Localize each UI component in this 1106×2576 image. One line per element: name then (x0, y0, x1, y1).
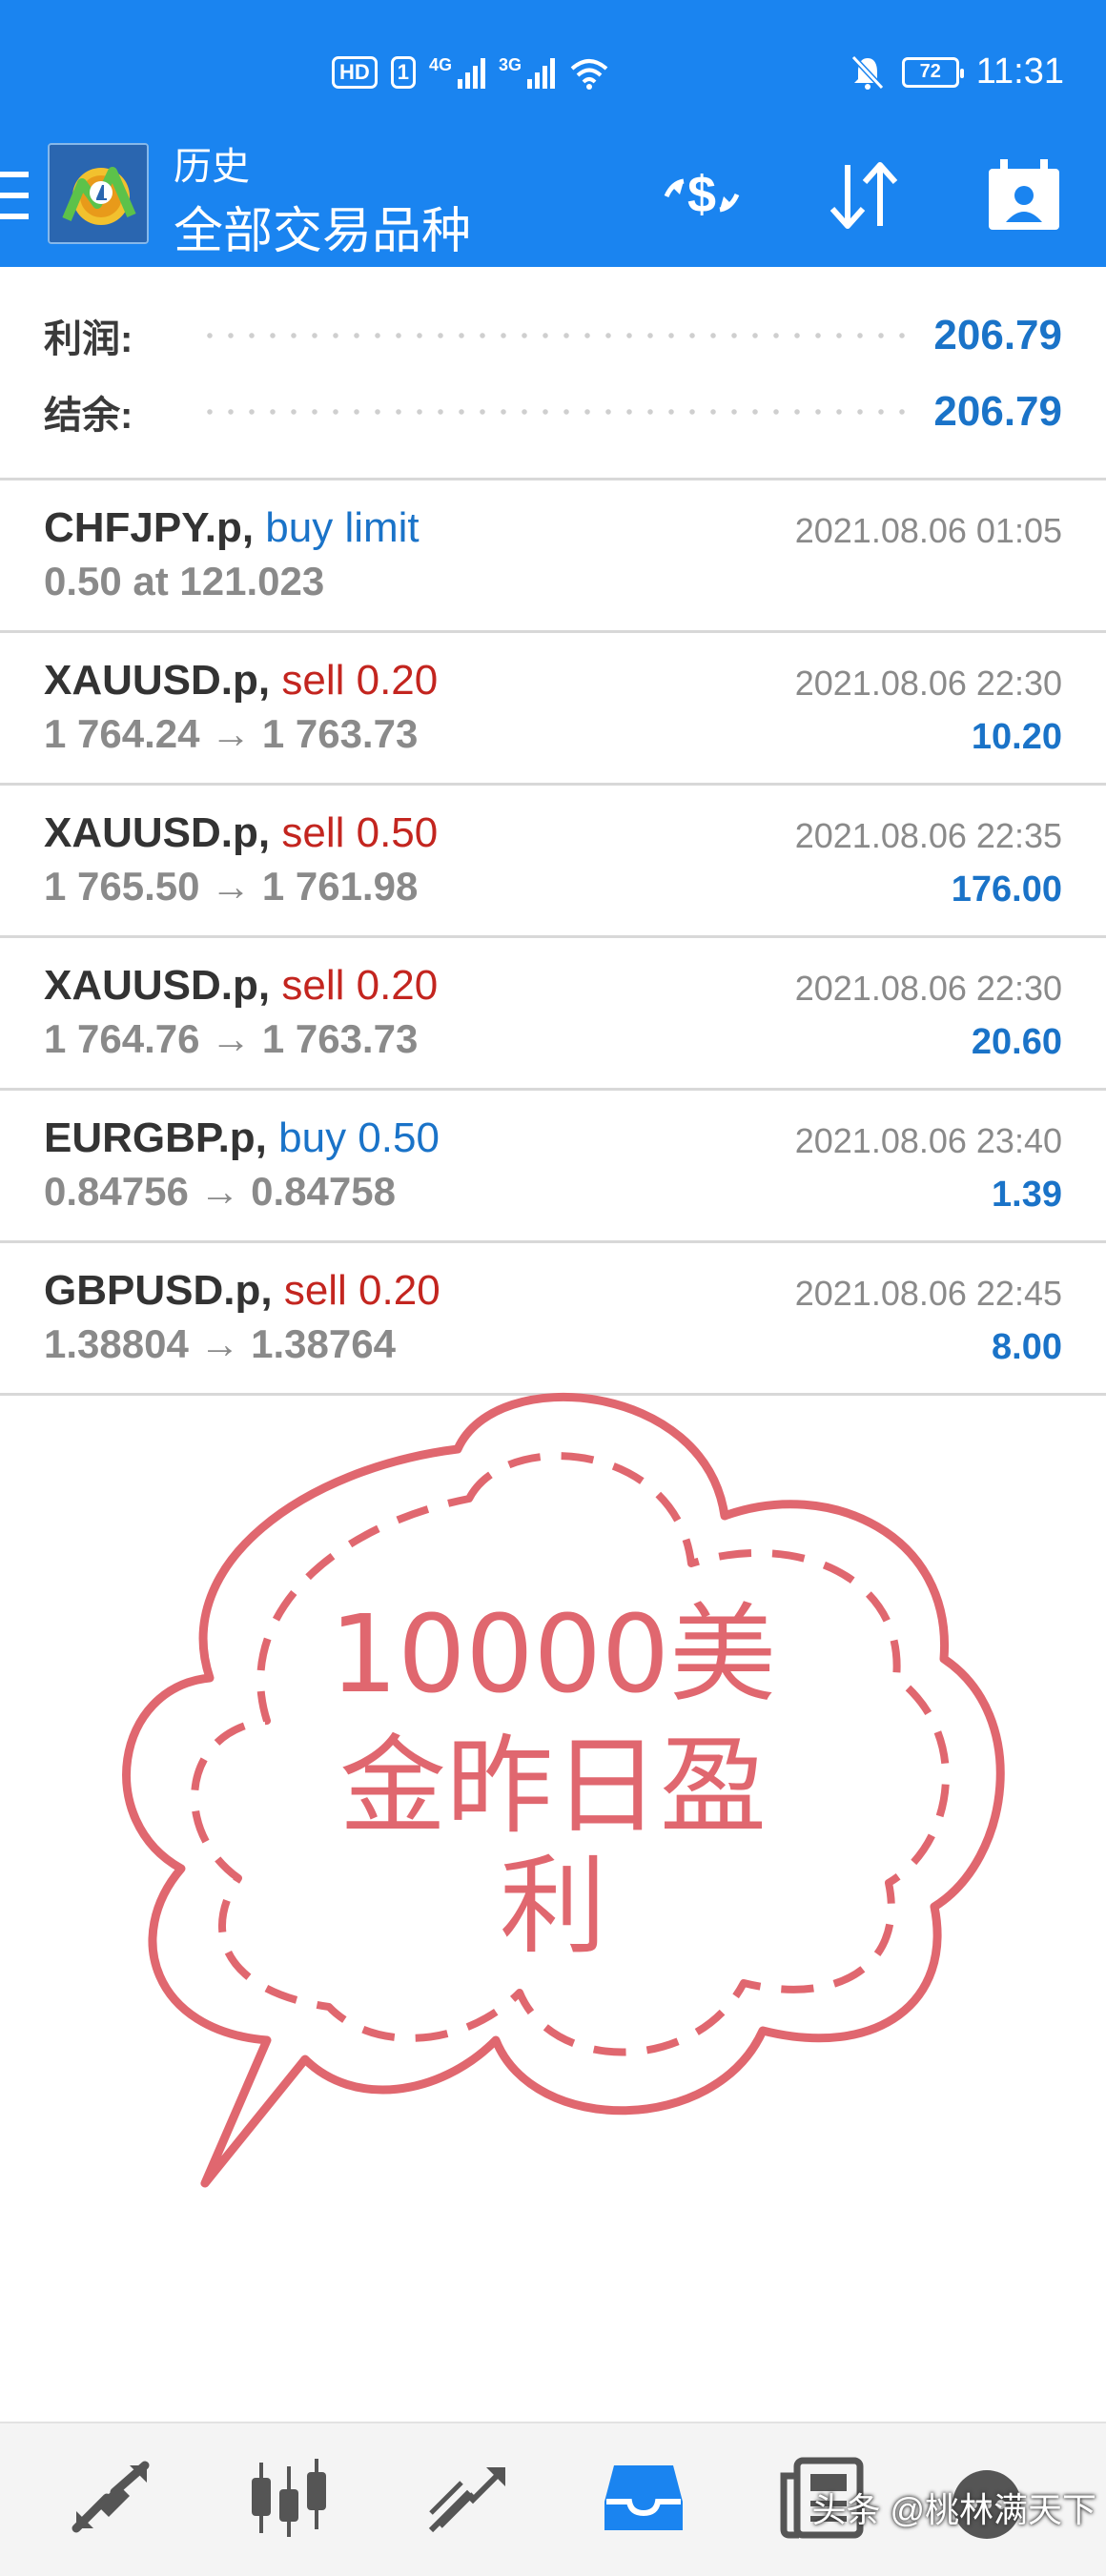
trade-prices: 0.50 at 121.023 (44, 559, 325, 603)
profit-value: 206.79 (933, 312, 1062, 358)
trade-symbol: EURGBP.p, (44, 1114, 267, 1161)
status-left-icons: HD 1 4G 3G (332, 55, 610, 90)
trade-action: sell 0.20 (281, 962, 439, 1009)
trade-prices: 1 764.24 → 1 763.73 (44, 711, 419, 756)
trade-row[interactable]: XAUUSD.p, sell 0.20 1 764.24 → 1 763.73 … (0, 633, 1106, 786)
signal-icon-2 (527, 56, 556, 89)
trade-prices: 1 765.50 → 1 761.98 (44, 864, 419, 909)
trade-time: 2021.08.06 22:30 (794, 664, 1062, 703)
wifi-icon (570, 59, 608, 90)
trade-symbol: XAUUSD.p, (44, 657, 271, 704)
currency-icon[interactable]: $ (654, 153, 749, 238)
status-right-icons: 72 11:31 (850, 51, 1064, 92)
status-bar: HD 1 4G 3G 72 11:31 (0, 0, 1106, 153)
trade-symbol: CHFJPY.p, (44, 504, 255, 551)
network-label-1: 4G (429, 55, 453, 74)
header-title[interactable]: 全部交易品种 (174, 191, 471, 262)
app-logo (48, 143, 149, 244)
trade-profit: 8.00 (992, 1327, 1062, 1367)
profit-summary-row: 利润: 206.79 (44, 307, 1062, 364)
trade-prices: 1.38804 → 1.38764 (44, 1321, 396, 1366)
network-label-2: 3G (499, 55, 522, 74)
trade-prices: 0.84756 → 0.84758 (44, 1169, 396, 1214)
balance-value: 206.79 (933, 388, 1062, 435)
trade-action: sell 0.20 (281, 657, 439, 704)
overlay-text-line-2: 金昨日盈 (339, 1725, 767, 1849)
trade-action: sell 0.50 (281, 809, 439, 856)
balance-label: 结余: (44, 395, 133, 437)
trade-action: buy 0.50 (278, 1114, 440, 1161)
menu-icon[interactable] (0, 172, 29, 219)
clock: 11:31 (975, 51, 1064, 92)
dotted-leader (199, 333, 906, 338)
battery-icon: 72 (901, 56, 964, 88)
overlay-text-line-3: 利 (500, 1845, 606, 1969)
trade-profit: 1.39 (992, 1175, 1062, 1215)
trade-profit: 176.00 (951, 869, 1062, 910)
app-header: HD 1 4G 3G 72 11:31 历史 全部交易品种 $ (0, 0, 1106, 267)
sort-icon[interactable] (816, 153, 911, 238)
calendar-user-icon[interactable] (976, 153, 1072, 238)
trade-history-list: CHFJPY.p, buy limit 0.50 at 121.023 2021… (0, 480, 1106, 1396)
trade-row[interactable]: XAUUSD.p, sell 0.50 1 765.50 → 1 761.98 … (0, 786, 1106, 938)
trade-row[interactable]: CHFJPY.p, buy limit 0.50 at 121.023 2021… (0, 480, 1106, 633)
trade-time: 2021.08.06 22:45 (794, 1274, 1062, 1313)
trade-row[interactable]: EURGBP.p, buy 0.50 0.84756 → 0.84758 202… (0, 1091, 1106, 1243)
history-icon[interactable] (591, 2450, 696, 2545)
trade-prices: 1 764.76 → 1 763.73 (44, 1016, 419, 1061)
balance-summary-row: 结余: 206.79 (44, 383, 1062, 440)
trade-time: 2021.08.06 22:35 (794, 816, 1062, 855)
trade-row[interactable]: XAUUSD.p, sell 0.20 1 764.76 → 1 763.73 … (0, 938, 1106, 1091)
speech-cloud-overlay: 10000美 金昨日盈 利 (95, 1373, 1030, 2212)
overlay-text-line-1: 10000美 (329, 1593, 777, 1717)
hd-badge: HD (332, 56, 378, 89)
trade-symbol: XAUUSD.p, (44, 962, 271, 1009)
header-subtitle: 历史 (174, 146, 250, 188)
signal-icon (458, 56, 486, 89)
chart-icon[interactable] (236, 2450, 341, 2545)
trade-time: 2021.08.06 22:30 (794, 969, 1062, 1008)
profit-label: 利润: (44, 318, 133, 360)
svg-text:$: $ (687, 166, 716, 223)
trade-action: buy limit (265, 504, 420, 551)
trade-icon[interactable] (414, 2450, 519, 2545)
sim-badge: 1 (390, 56, 417, 89)
mute-bell-icon (850, 54, 884, 90)
watermark: 头条 @桃林满天下 (811, 2490, 1096, 2529)
trade-profit: 20.60 (971, 1022, 1062, 1062)
trade-time: 2021.08.06 01:05 (794, 511, 1062, 550)
quotes-icon[interactable] (59, 2450, 164, 2545)
dotted-leader (199, 409, 906, 415)
trade-symbol: GBPUSD.p, (44, 1267, 273, 1314)
trade-action: sell 0.20 (283, 1267, 440, 1314)
trade-time: 2021.08.06 23:40 (794, 1121, 1062, 1160)
trade-symbol: XAUUSD.p, (44, 809, 271, 856)
trade-profit: 10.20 (971, 717, 1062, 757)
